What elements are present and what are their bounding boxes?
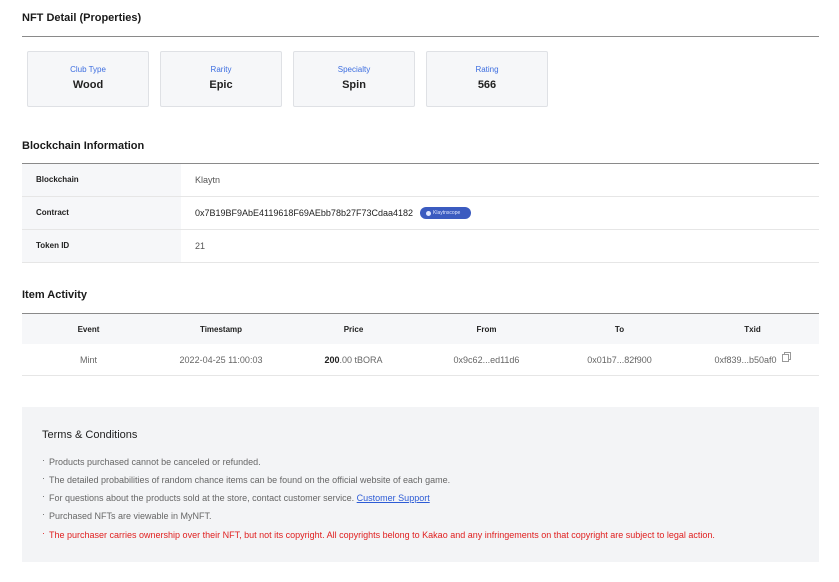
bullet: · <box>42 473 45 483</box>
nft-detail-divider <box>22 36 819 37</box>
customer-support-link[interactable]: Customer Support <box>357 493 430 503</box>
contract-value-wrap: 0x7B19BF9AbE4119618F69AEbb78b27F73Cdaa41… <box>195 197 472 229</box>
header-price: Price <box>343 324 364 334</box>
terms-panel: Terms & Conditions · Products purchased c… <box>22 407 819 562</box>
klaytnscope-icon <box>426 210 432 216</box>
blockchain-row-label: Blockchain <box>22 164 181 196</box>
blockchain-info-title: Blockchain Information <box>22 140 145 152</box>
token-id-row: Token ID 21 <box>22 230 819 263</box>
txid-cell: 0xf839...b50af0 <box>686 344 819 375</box>
blockchain-row: Blockchain Klaytn <box>22 164 819 197</box>
klaytnscope-button[interactable]: Klaytnscope <box>420 207 472 219</box>
bullet: · <box>42 491 45 501</box>
property-card-specialty: Specialty Spin <box>293 51 415 107</box>
terms-item: · The detailed probabilities of random ch… <box>42 473 451 485</box>
property-value: 566 <box>477 79 497 91</box>
header-event: Event <box>77 324 100 334</box>
terms-item: · Purchased NFTs are viewable in MyNFT. <box>42 509 212 521</box>
blockchain-value: Klaytn <box>195 175 221 185</box>
bullet: · <box>42 509 45 519</box>
contract-row: Contract 0x7B19BF9AbE4119618F69AEbb78b27… <box>22 197 819 230</box>
price-unit: .00 tBORA <box>339 354 383 365</box>
property-label: Specialty <box>337 65 371 74</box>
price-cell: 200.00 tBORA <box>287 344 420 375</box>
terms-title: Terms & Conditions <box>42 429 138 441</box>
nft-detail-title: NFT Detail (Properties) <box>22 12 142 24</box>
property-label: Rating <box>475 65 499 74</box>
token-id-value: 21 <box>195 241 206 251</box>
event-cell: Mint <box>79 354 97 365</box>
property-value: Spin <box>342 79 366 91</box>
header-timestamp: Timestamp <box>199 324 243 334</box>
property-label: Rarity <box>210 65 232 74</box>
property-card-rating: Rating 566 <box>426 51 548 107</box>
property-card-club-type: Club Type Wood <box>27 51 149 107</box>
table-row: Mint 2022-04-25 11:00:03 200.00 tBORA 0x… <box>22 344 819 376</box>
token-id-row-label: Token ID <box>22 230 181 262</box>
header-to: To <box>614 324 625 334</box>
copy-icon[interactable] <box>781 351 791 362</box>
contract-address[interactable]: 0x7B19BF9AbE4119618F69AEbb78b27F73Cdaa41… <box>195 197 413 229</box>
bullet: · <box>42 455 45 465</box>
activity-table-header: Event Timestamp Price From To Txid <box>22 313 819 344</box>
klaytnscope-label: Klaytnscope <box>433 210 461 216</box>
header-txid: Txid <box>744 324 761 334</box>
terms-item: · Products purchased cannot be canceled o… <box>42 455 261 467</box>
contract-row-label: Contract <box>22 197 181 229</box>
property-value: Epic <box>209 79 233 91</box>
item-activity-title: Item Activity <box>22 289 88 301</box>
from-address-cell[interactable]: 0x9c62...ed11d6 <box>420 344 553 375</box>
txid-value[interactable]: 0xf839...b50af0 <box>714 355 776 365</box>
to-address-cell[interactable]: 0x01b7...82f900 <box>553 344 686 375</box>
property-value: Wood <box>72 79 104 91</box>
terms-item-copyright-warning: · The purchaser carries ownership over th… <box>42 528 715 540</box>
price-amount: 200 <box>324 354 340 365</box>
terms-item: · For questions about the products sold a… <box>42 491 430 503</box>
bullet: · <box>42 528 45 538</box>
timestamp-cell: 2022-04-25 11:00:03 <box>179 354 263 365</box>
header-from: From <box>476 324 497 334</box>
property-label: Club Type <box>70 65 106 74</box>
property-card-rarity: Rarity Epic <box>160 51 282 107</box>
